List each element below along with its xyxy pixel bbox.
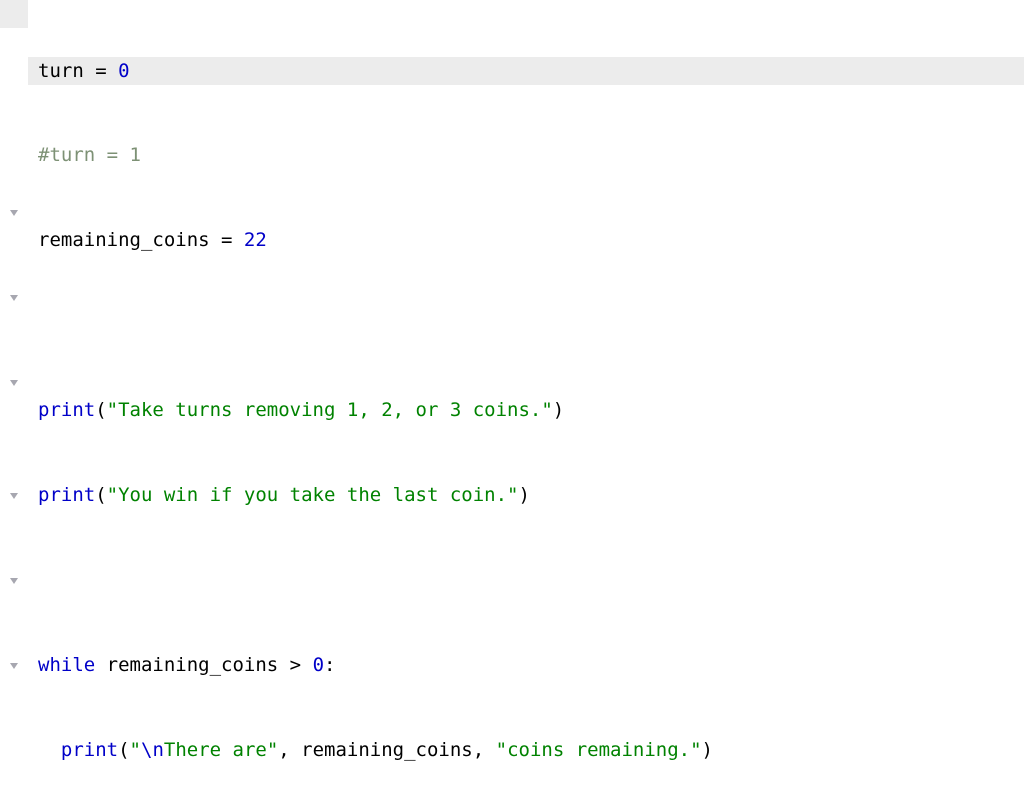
string: " xyxy=(130,739,141,761)
string: "You win if you take the last coin." xyxy=(107,484,519,506)
operator: > xyxy=(290,654,313,676)
paren: ) xyxy=(553,399,564,421)
paren: ( xyxy=(118,739,129,761)
code-editor: turn = 0 #turn = 1 remaining_coins = 22 … xyxy=(0,0,1024,792)
operator: = xyxy=(221,229,244,251)
fold-icon[interactable] xyxy=(8,377,20,389)
code-line[interactable]: print("You win if you take the last coin… xyxy=(28,481,1024,509)
code-line[interactable] xyxy=(28,566,1024,594)
paren: ( xyxy=(95,399,106,421)
identifier: remaining_coins xyxy=(107,654,290,676)
fold-icon[interactable] xyxy=(8,660,20,672)
identifier: turn xyxy=(38,60,95,82)
fold-icon[interactable] xyxy=(8,490,20,502)
string: "coins remaining." xyxy=(496,739,702,761)
code-line[interactable] xyxy=(28,311,1024,339)
identifier: remaining_coins xyxy=(38,229,221,251)
builtin: print xyxy=(61,739,118,761)
string: There are" xyxy=(164,739,278,761)
paren: ) xyxy=(702,739,713,761)
paren: ) xyxy=(518,484,529,506)
number: 0 xyxy=(313,654,324,676)
gutter xyxy=(0,0,28,792)
code-line[interactable]: remaining_coins = 22 xyxy=(28,226,1024,254)
code-area[interactable]: turn = 0 #turn = 1 remaining_coins = 22 … xyxy=(28,0,1024,792)
fold-icon[interactable] xyxy=(8,207,20,219)
builtin: print xyxy=(38,399,95,421)
escape: \n xyxy=(141,739,164,761)
args: , remaining_coins, xyxy=(278,739,495,761)
code-line[interactable]: while remaining_coins > 0: xyxy=(28,651,1024,679)
number: 22 xyxy=(244,229,267,251)
code-line[interactable]: turn = 0 xyxy=(28,57,1024,85)
colon: : xyxy=(324,654,335,676)
keyword: while xyxy=(38,654,107,676)
paren: ( xyxy=(95,484,106,506)
gutter-highlight xyxy=(0,0,28,28)
code-line[interactable]: print("Take turns removing 1, 2, or 3 co… xyxy=(28,396,1024,424)
fold-icon[interactable] xyxy=(8,292,20,304)
number: 0 xyxy=(118,60,129,82)
code-line[interactable]: print("\nThere are", remaining_coins, "c… xyxy=(28,736,1024,764)
comment: #turn = 1 xyxy=(38,144,141,166)
code-line[interactable]: #turn = 1 xyxy=(28,141,1024,169)
fold-icon[interactable] xyxy=(8,575,20,587)
operator: = xyxy=(95,60,118,82)
string: "Take turns removing 1, 2, or 3 coins." xyxy=(107,399,553,421)
builtin: print xyxy=(38,484,95,506)
